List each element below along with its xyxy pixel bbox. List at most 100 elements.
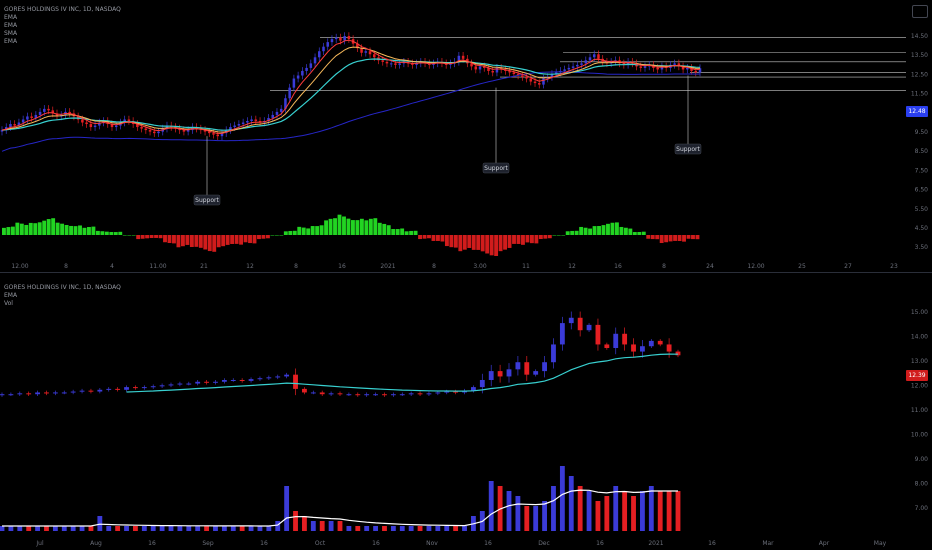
volume-bar	[150, 526, 156, 531]
histogram-bar	[565, 231, 570, 235]
candle-body	[292, 78, 296, 88]
candle-body	[461, 55, 465, 59]
candle-body	[559, 323, 565, 345]
candle-body	[408, 393, 414, 395]
histogram-bar	[552, 235, 557, 236]
volume-bar	[293, 511, 298, 531]
volume-bar	[568, 476, 574, 531]
histogram-bar	[471, 235, 476, 250]
histogram-bar	[6, 227, 11, 235]
candle-body	[478, 66, 482, 70]
candle-body	[17, 393, 23, 395]
date-tick-label: 4	[110, 263, 114, 270]
histogram-bar	[391, 229, 396, 235]
volume-bar	[257, 526, 263, 531]
candle-body	[524, 362, 530, 375]
volume-bar	[408, 526, 414, 531]
histogram-bar	[319, 225, 324, 235]
volume-ema-line	[2, 489, 678, 527]
volume-bar	[0, 526, 5, 531]
histogram-bar	[185, 235, 190, 245]
date-tick-label: Jul	[35, 540, 44, 547]
histogram-bar	[413, 230, 418, 235]
candle-body	[398, 63, 401, 65]
candle-body	[330, 39, 334, 43]
price-tick-label: 14.50	[911, 33, 928, 40]
candle-body	[133, 387, 138, 389]
volume-bar	[595, 501, 601, 531]
volume-bar	[417, 526, 423, 531]
candle-body	[221, 380, 227, 382]
date-tick-label: Mar	[762, 540, 774, 547]
ema-slow-line	[1, 58, 701, 131]
volume-bar	[70, 526, 76, 531]
candle-body	[417, 393, 423, 395]
candle-body	[70, 391, 76, 393]
histogram-bar	[261, 235, 266, 239]
histogram-bar	[127, 235, 132, 236]
volume-bar	[453, 526, 459, 531]
candle-body	[140, 127, 143, 129]
histogram-bar	[306, 228, 311, 235]
candle-body	[195, 381, 201, 384]
histogram-bar	[659, 235, 664, 244]
histogram-bar	[337, 214, 342, 235]
last-price-tag-top: 12.48	[906, 106, 928, 117]
price-tick-label: 13.50	[911, 52, 928, 59]
histogram-bar	[632, 232, 637, 235]
candle-body	[488, 371, 494, 380]
candle-body	[453, 391, 459, 393]
last-price-tag-bottom: 12.39	[906, 370, 928, 381]
histogram-bar	[109, 231, 114, 235]
date-tick-label: Apr	[819, 540, 830, 547]
volume-bar	[488, 481, 494, 531]
candle-body	[584, 60, 588, 64]
volume-bar	[248, 526, 254, 531]
price-tick-label: 12.00	[911, 383, 928, 390]
histogram-bar	[279, 235, 284, 236]
candle-body	[551, 344, 556, 363]
candle-body	[533, 81, 537, 84]
histogram-bar	[364, 220, 369, 235]
histogram-bar	[637, 232, 642, 235]
candle-body	[275, 111, 279, 115]
candle-body	[85, 122, 88, 125]
volume-bar	[319, 521, 325, 531]
candle-body	[21, 119, 25, 123]
candle-body	[254, 119, 258, 121]
histogram-bar	[274, 235, 279, 236]
candle-body	[364, 51, 368, 53]
histogram-bar	[476, 235, 481, 250]
candle-body	[279, 108, 283, 112]
candle-body	[248, 379, 254, 381]
histogram-bar	[225, 235, 230, 245]
histogram-bar	[386, 225, 391, 235]
date-tick-label: 8	[294, 263, 298, 270]
histogram-bar	[498, 235, 503, 252]
histogram-bar	[444, 235, 449, 247]
histogram-bar	[176, 235, 181, 248]
price-tick-label: 8.50	[915, 148, 929, 155]
date-tick-label: 16	[484, 540, 492, 547]
histogram-bar	[516, 235, 521, 244]
candle-body	[334, 37, 338, 40]
volume-bar	[524, 506, 530, 531]
volume-bar	[506, 491, 512, 531]
histogram-bar	[351, 220, 355, 235]
histogram-bar	[28, 222, 33, 235]
candle-body	[474, 66, 478, 70]
chart-canvas: Support Support Support 14.50 13.50 12.50 11.5…	[0, 32, 929, 547]
histogram-bar	[265, 235, 270, 239]
histogram-bar	[422, 235, 427, 239]
histogram-bar	[216, 235, 221, 248]
volume-bar	[551, 486, 556, 531]
price-tick-label: 3.50	[915, 244, 929, 251]
volume-bar	[213, 526, 218, 531]
histogram-bar	[619, 226, 624, 235]
price-tick-label: 9.50	[915, 129, 929, 136]
histogram-bar	[440, 235, 445, 242]
date-tick-label: 23	[890, 263, 898, 270]
maximize-button[interactable]	[912, 5, 928, 18]
histogram-bar	[489, 235, 494, 256]
candle-body	[88, 390, 94, 392]
